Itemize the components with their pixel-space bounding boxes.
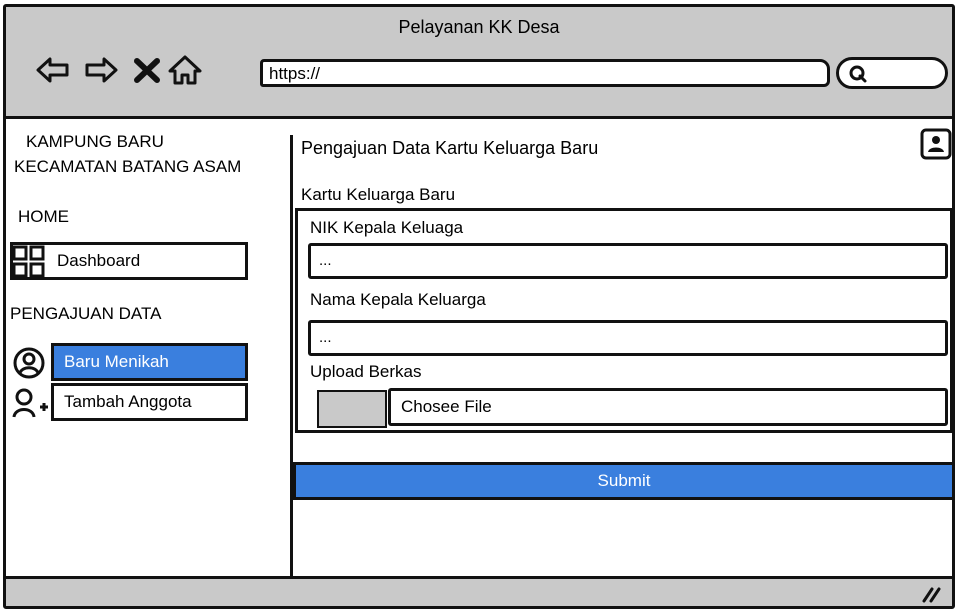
choose-file-button[interactable] bbox=[317, 390, 387, 428]
sidebar-divider bbox=[290, 135, 293, 585]
submission-heading: PENGAJUAN DATA bbox=[10, 304, 162, 323]
nik-label: NIK Kepala Keluaga bbox=[310, 218, 464, 237]
page-title: Pengajuan Data Kartu Keluarga Baru bbox=[301, 138, 599, 158]
sidebar-item-tambah-anggota[interactable]: Tambah Anggota bbox=[51, 383, 248, 421]
name-input[interactable]: ... bbox=[308, 320, 948, 356]
user-profile-icon[interactable] bbox=[920, 128, 952, 160]
org-district: KECAMATAN BATANG ASAM bbox=[14, 157, 242, 176]
file-name-field[interactable]: Chosee File bbox=[388, 388, 948, 426]
url-input[interactable]: https:// bbox=[260, 59, 830, 87]
resize-handle-icon[interactable] bbox=[920, 585, 942, 603]
form-section-title: Kartu Keluarga Baru bbox=[301, 185, 456, 204]
sidebar-item-baru-menikah[interactable]: Baru Menikah bbox=[51, 343, 248, 381]
org-name: KAMPUNG BARU bbox=[26, 132, 164, 151]
search-field[interactable] bbox=[836, 57, 948, 89]
close-icon[interactable] bbox=[128, 51, 166, 89]
home-icon[interactable] bbox=[166, 51, 204, 89]
title-bar: Pelayanan KK Desa https:// bbox=[6, 7, 952, 119]
window-title: Pelayanan KK Desa bbox=[398, 17, 560, 37]
back-arrow-icon[interactable] bbox=[34, 51, 72, 89]
sidebar: KAMPUNG BARU KECAMATAN BATANG ASAM HOME … bbox=[6, 119, 290, 579]
sidebar-item-dashboard[interactable]: Dashboard bbox=[10, 242, 248, 280]
search-icon bbox=[849, 65, 867, 83]
status-bar bbox=[6, 576, 952, 606]
add-user-icon bbox=[12, 388, 48, 418]
user-circle-icon bbox=[13, 347, 45, 379]
home-heading: HOME bbox=[18, 207, 69, 226]
upload-label: Upload Berkas bbox=[310, 362, 422, 381]
forward-arrow-icon[interactable] bbox=[82, 51, 120, 89]
submit-button[interactable]: Submit bbox=[293, 462, 955, 500]
nik-input[interactable]: ... bbox=[308, 243, 948, 279]
name-label: Nama Kepala Keluarga bbox=[310, 290, 486, 309]
